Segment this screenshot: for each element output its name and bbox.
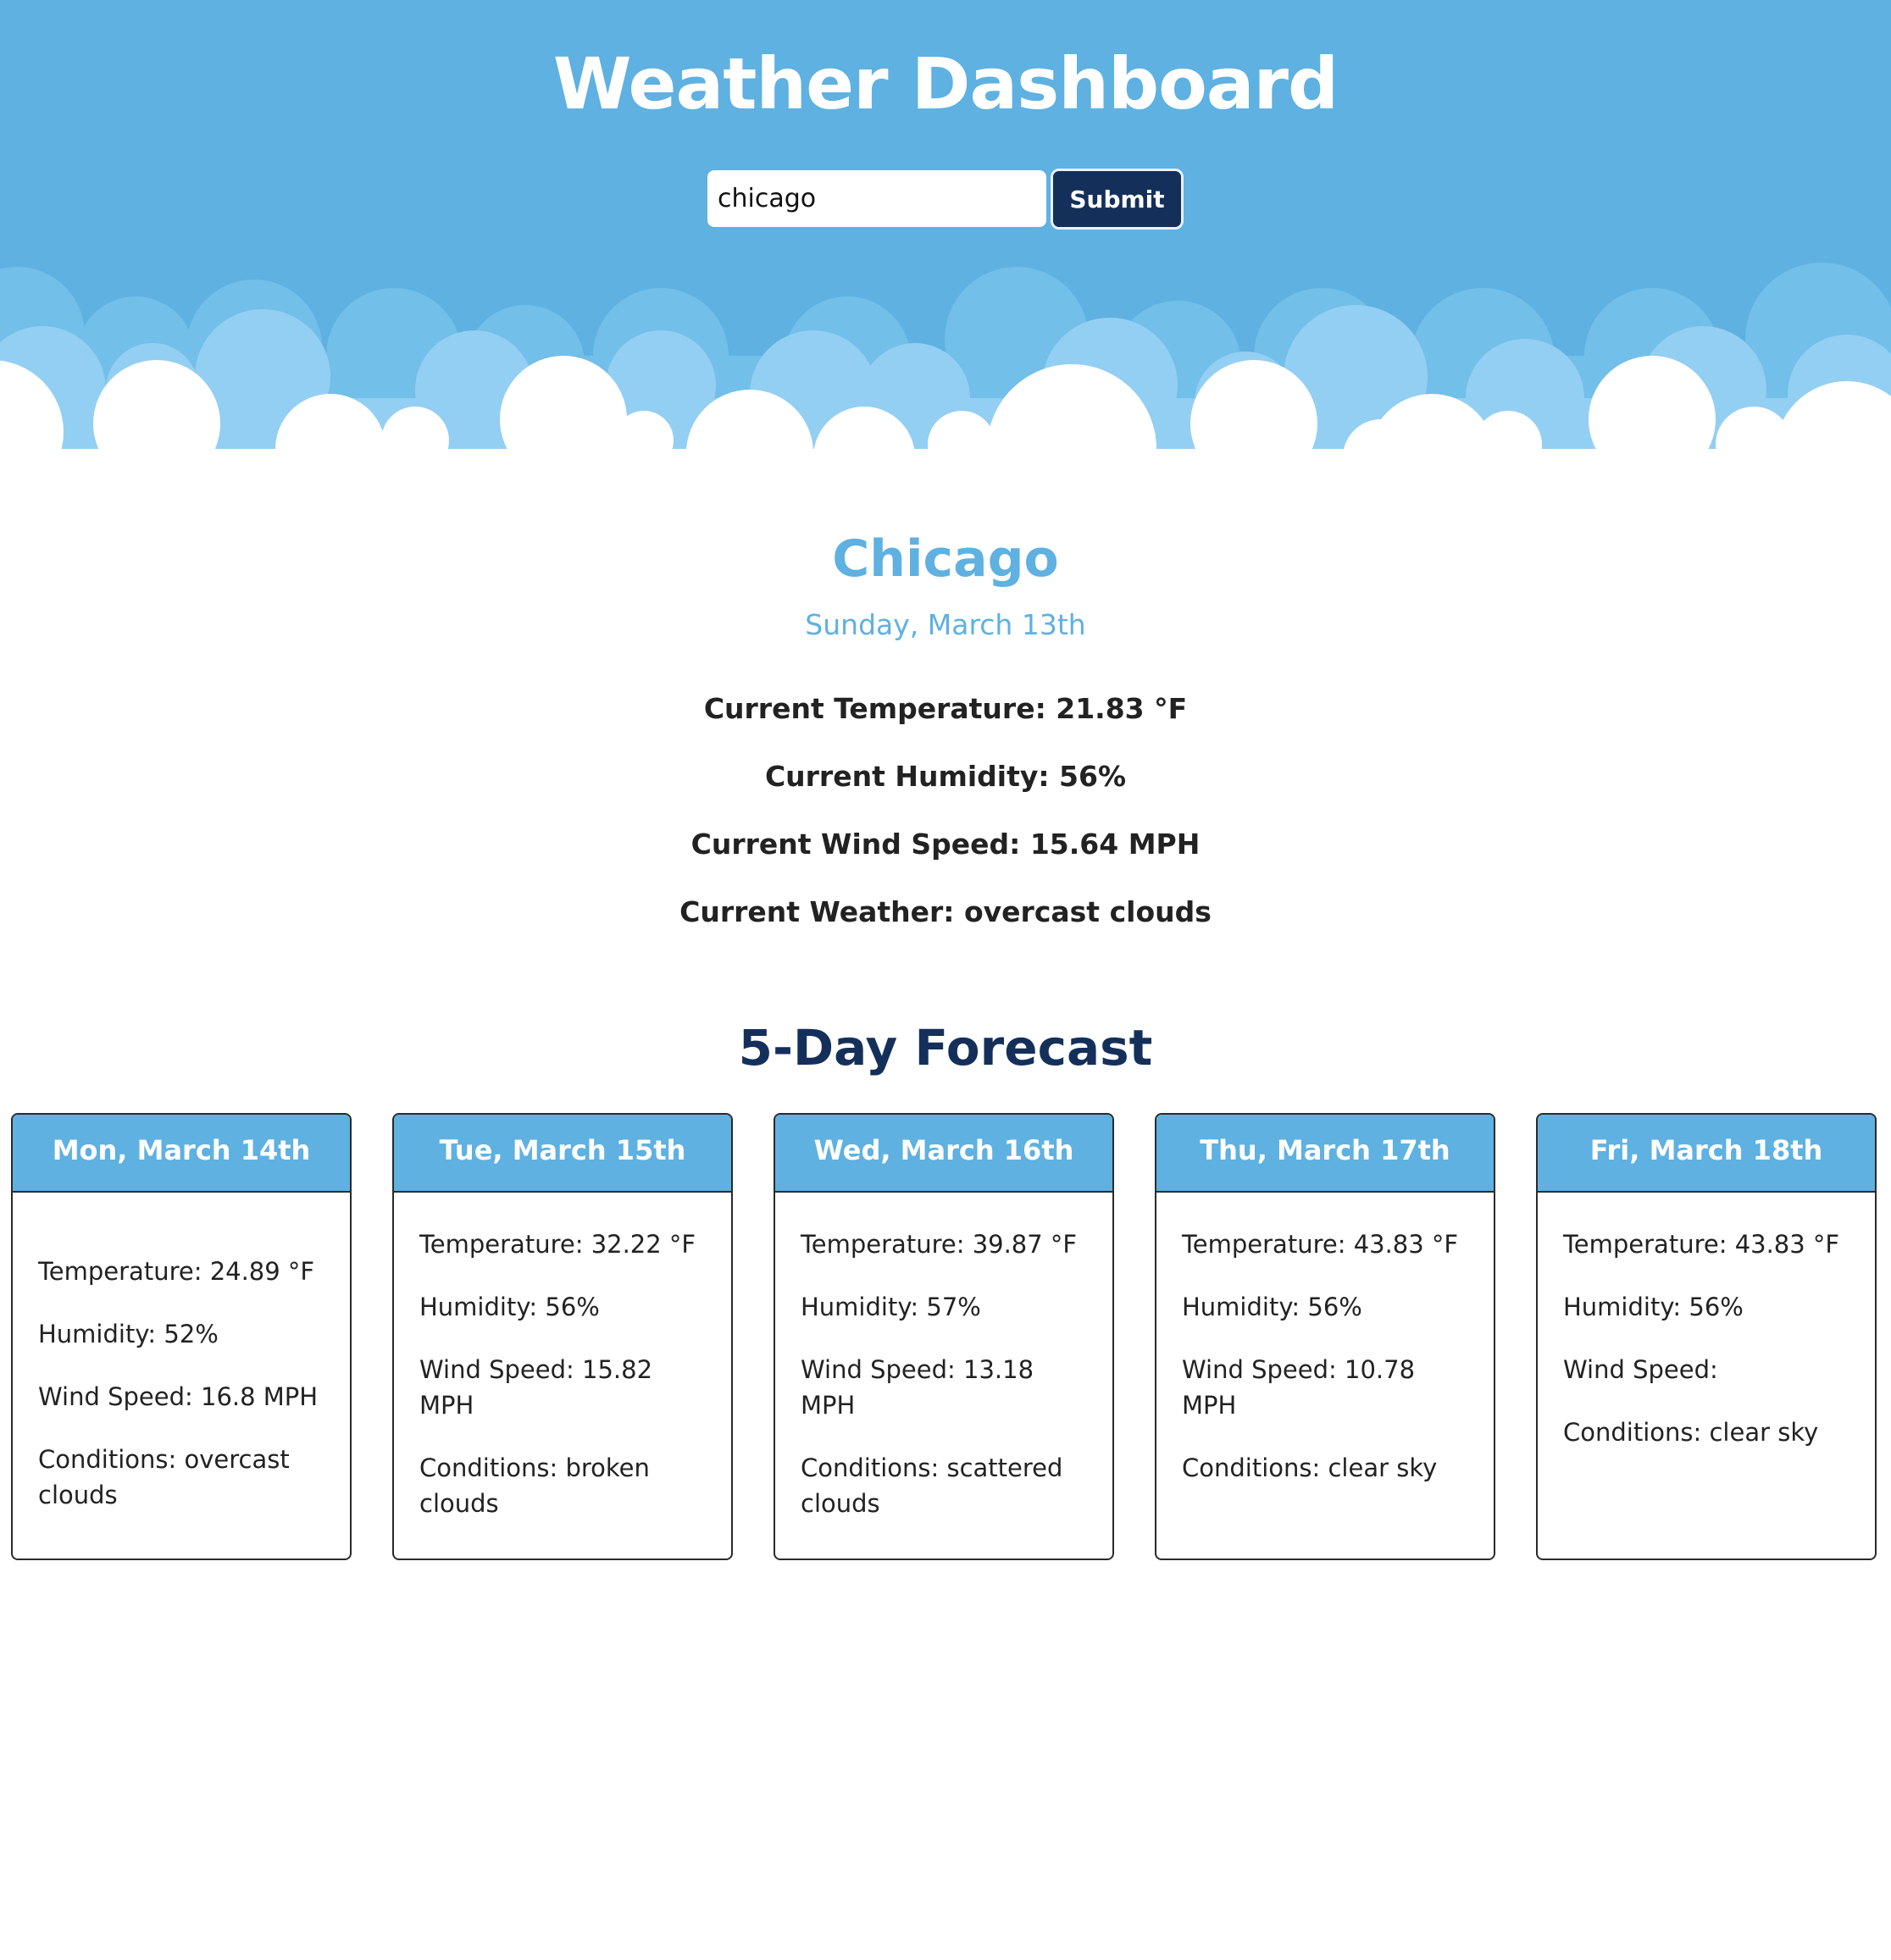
forecast-conditions: Conditions: scattered clouds bbox=[801, 1453, 1063, 1518]
current-temperature: Current Temperature: 21.83 °F bbox=[703, 692, 1188, 725]
current-date: Sunday, March 13th bbox=[805, 608, 1086, 641]
page-title: Weather Dashboard bbox=[552, 42, 1339, 125]
forecast-card: Tue, March 15th Temperature: 32.22 °F Hu… bbox=[392, 1113, 733, 1560]
forecast-card-date: Thu, March 17th bbox=[1156, 1115, 1494, 1193]
submit-button[interactable]: Submit bbox=[1051, 169, 1184, 230]
city-name: Chicago bbox=[832, 529, 1059, 589]
forecast-title: 5-Day Forecast bbox=[738, 1019, 1153, 1077]
forecast-card: Mon, March 14th Temperature: 24.89 °F Hu… bbox=[11, 1113, 352, 1560]
forecast-humidity: Humidity: 52% bbox=[38, 1320, 219, 1348]
forecast-conditions: Conditions: clear sky bbox=[1563, 1418, 1819, 1447]
forecast-temperature: Temperature: 32.22 °F bbox=[419, 1230, 696, 1259]
forecast-wind-speed: Wind Speed: 10.78 MPH bbox=[1182, 1355, 1416, 1420]
forecast-temperature: Temperature: 43.83 °F bbox=[1563, 1230, 1840, 1259]
forecast-humidity: Humidity: 57% bbox=[801, 1293, 981, 1321]
forecast-conditions: Conditions: broken clouds bbox=[419, 1453, 650, 1518]
forecast-temperature: Temperature: 39.87 °F bbox=[801, 1230, 1078, 1259]
current-humidity: Current Humidity: 56% bbox=[764, 760, 1127, 793]
current-wind-speed: Current Wind Speed: 15.64 MPH bbox=[690, 828, 1201, 861]
forecast-card-date: Mon, March 14th bbox=[13, 1115, 350, 1193]
forecast-card: Fri, March 18th Temperature: 43.83 °F Hu… bbox=[1536, 1113, 1877, 1560]
forecast-temperature: Temperature: 24.89 °F bbox=[38, 1257, 315, 1286]
city-search-input[interactable] bbox=[707, 170, 1046, 227]
forecast-humidity: Humidity: 56% bbox=[1182, 1293, 1362, 1321]
forecast-temperature: Temperature: 43.83 °F bbox=[1182, 1230, 1459, 1259]
forecast-card: Wed, March 16th Temperature: 39.87 °F Hu… bbox=[774, 1113, 1114, 1560]
forecast-card-date: Wed, March 16th bbox=[775, 1115, 1112, 1193]
forecast-card: Thu, March 17th Temperature: 43.83 °F Hu… bbox=[1155, 1113, 1495, 1560]
forecast-conditions: Conditions: clear sky bbox=[1182, 1453, 1438, 1482]
forecast-humidity: Humidity: 56% bbox=[419, 1293, 600, 1321]
forecast-wind-speed: Wind Speed: bbox=[1563, 1355, 1718, 1384]
forecast-card-date: Fri, March 18th bbox=[1538, 1115, 1875, 1193]
current-weather-description: Current Weather: overcast clouds bbox=[679, 895, 1212, 928]
header-banner: Weather Dashboard Submit bbox=[0, 0, 1891, 449]
forecast-wind-speed: Wind Speed: 16.8 MPH bbox=[38, 1382, 319, 1411]
forecast-humidity: Humidity: 56% bbox=[1563, 1293, 1744, 1321]
forecast-wind-speed: Wind Speed: 15.82 MPH bbox=[419, 1355, 653, 1420]
forecast-card-date: Tue, March 15th bbox=[394, 1115, 731, 1193]
forecast-conditions: Conditions: overcast clouds bbox=[38, 1445, 290, 1509]
forecast-wind-speed: Wind Speed: 13.18 MPH bbox=[801, 1355, 1034, 1420]
